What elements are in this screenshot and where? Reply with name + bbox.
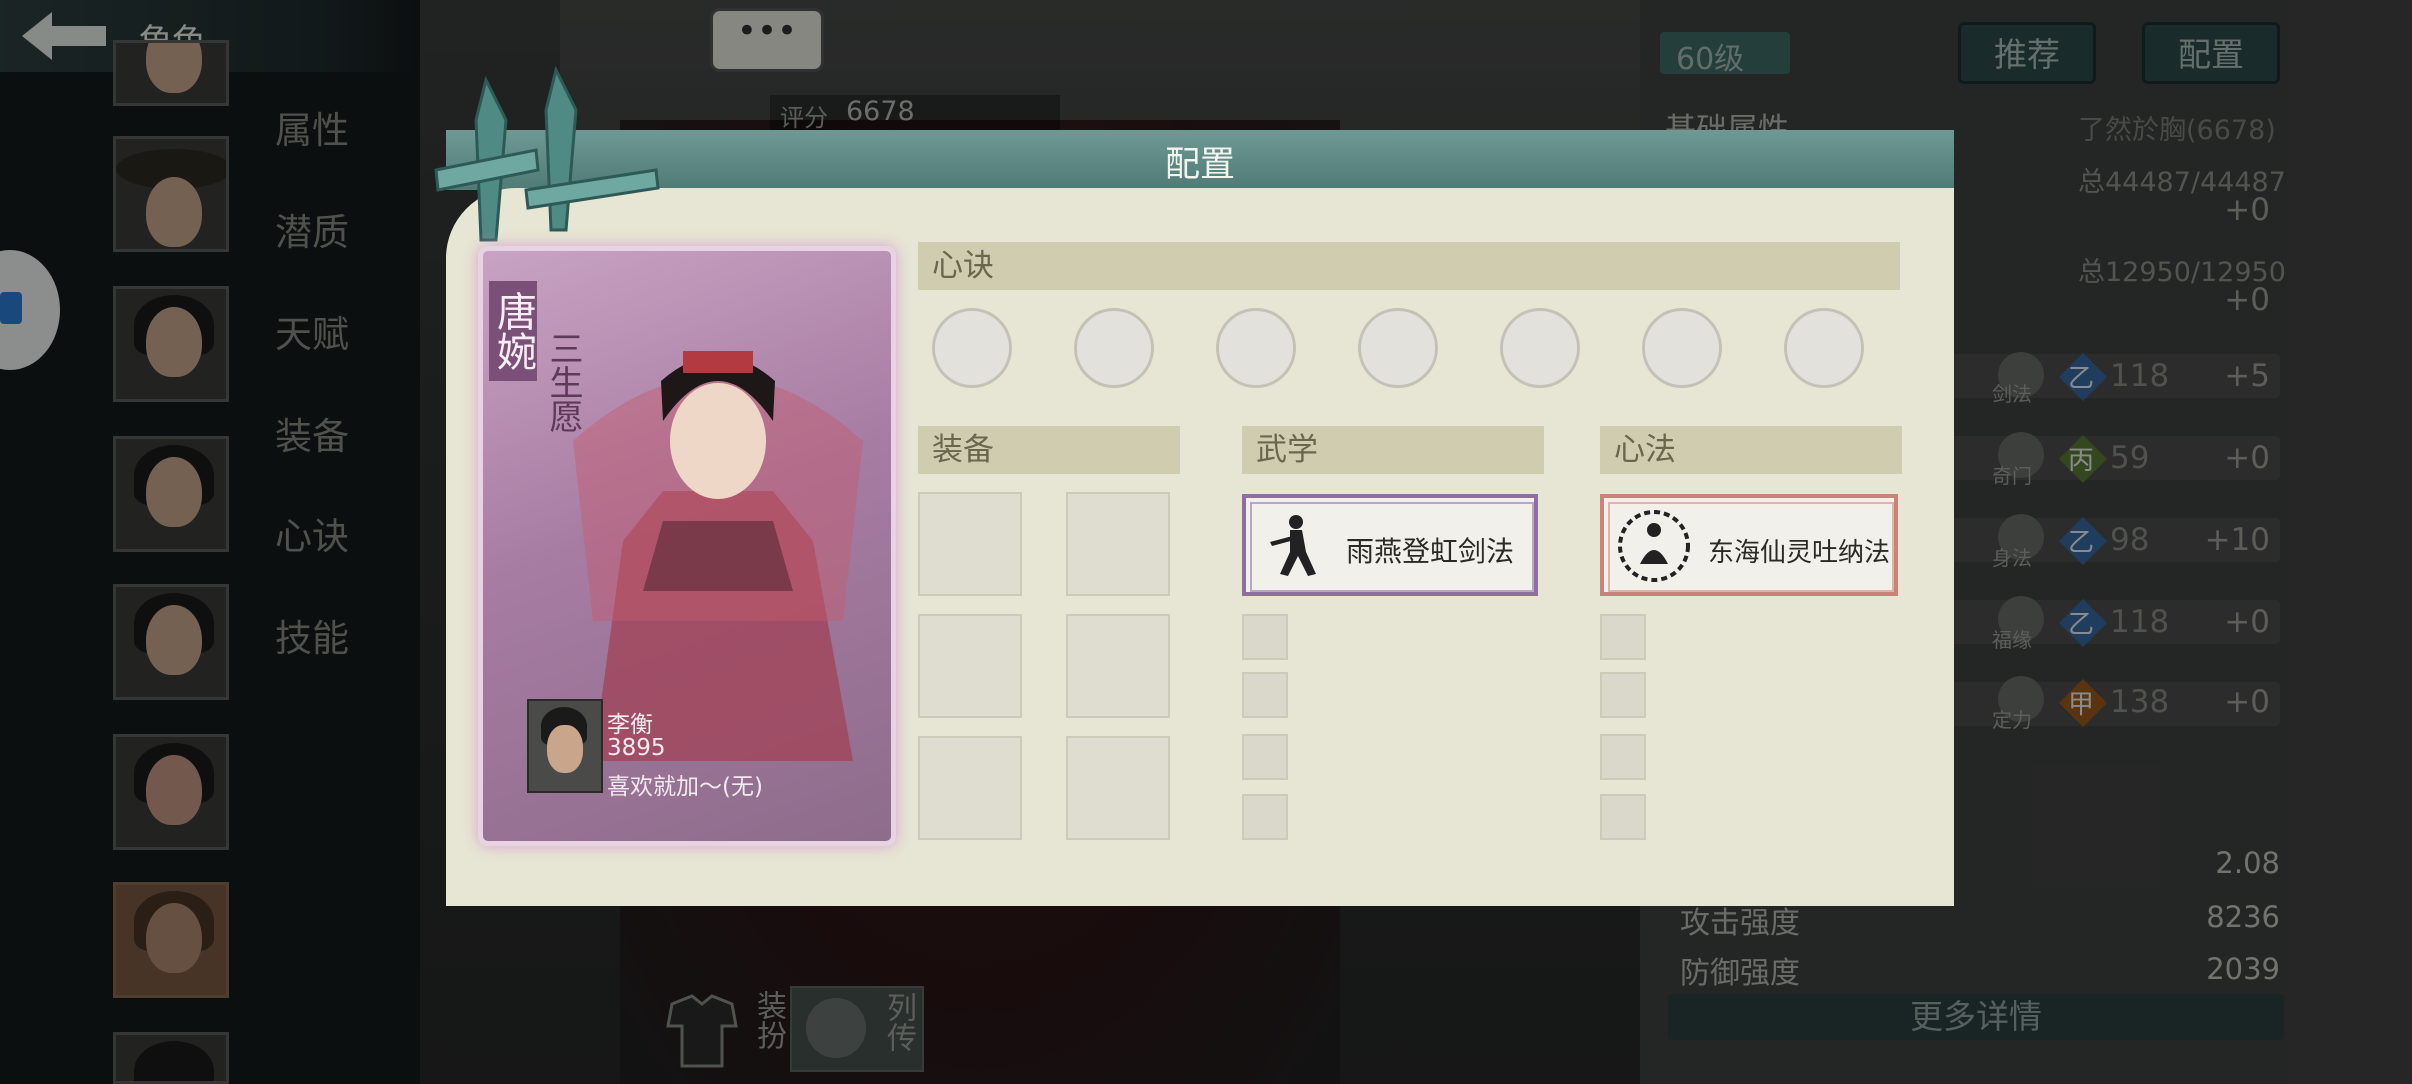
equipment-slot[interactable]	[1066, 492, 1170, 596]
swordsman-icon	[1270, 515, 1316, 576]
character-portrait-icon	[573, 351, 863, 761]
martial-slot[interactable]	[1242, 614, 1288, 660]
config-dialog: 配置 唐婉 三生愿 李衡 3895 喜欢就加～(无) 心诀 装备 武学 雨燕登虹…	[434, 65, 1954, 906]
equipment-slot[interactable]	[918, 736, 1022, 840]
heart-method-slot[interactable]	[1600, 614, 1646, 660]
equipment-slot[interactable]	[1066, 614, 1170, 718]
equipment-slot[interactable]	[918, 614, 1022, 718]
character-name: 唐婉	[489, 281, 537, 381]
player-avatar	[527, 699, 603, 793]
martial-section-header: 武学	[1242, 426, 1544, 474]
xinjue-slot[interactable]	[1784, 308, 1864, 388]
martial-skill-name: 雨燕登虹剑法	[1346, 535, 1515, 568]
player-score: 3895	[607, 735, 666, 761]
swords-decoration-icon	[434, 65, 660, 242]
equipment-slot[interactable]	[918, 492, 1022, 596]
heart-method-slot[interactable]	[1600, 672, 1646, 718]
xinjue-slot[interactable]	[1500, 308, 1580, 388]
martial-slot[interactable]	[1242, 672, 1288, 718]
xinjue-slot[interactable]	[1216, 308, 1296, 388]
equipment-section-header: 装备	[918, 426, 1180, 474]
heart-method-slot[interactable]	[1600, 734, 1646, 780]
player-note: 喜欢就加～(无)	[607, 774, 763, 800]
character-subtitle: 三生愿	[543, 331, 583, 433]
xinjue-slot[interactable]	[932, 308, 1012, 388]
heart-method-slot[interactable]	[1600, 794, 1646, 840]
xinjue-slot[interactable]	[1358, 308, 1438, 388]
martial-slot[interactable]	[1242, 734, 1288, 780]
xinjue-slot[interactable]	[1074, 308, 1154, 388]
heart-method-name: 东海仙灵吐纳法	[1708, 538, 1891, 568]
martial-skill-card[interactable]: 雨燕登虹剑法	[1242, 494, 1538, 596]
dialog-title: 配置	[1164, 145, 1235, 185]
character-card[interactable]: 唐婉 三生愿 李衡 3895 喜欢就加～(无)	[478, 246, 896, 846]
heart-method-card[interactable]: 东海仙灵吐纳法	[1600, 494, 1898, 596]
xinjue-section-header: 心诀	[918, 242, 1900, 290]
martial-slot[interactable]	[1242, 794, 1288, 840]
player-name: 李衡	[607, 712, 653, 738]
heart-method-section-header: 心法	[1600, 426, 1902, 474]
xinjue-slot[interactable]	[1642, 308, 1722, 388]
meditation-icon	[1618, 510, 1690, 582]
equipment-slot[interactable]	[1066, 736, 1170, 840]
